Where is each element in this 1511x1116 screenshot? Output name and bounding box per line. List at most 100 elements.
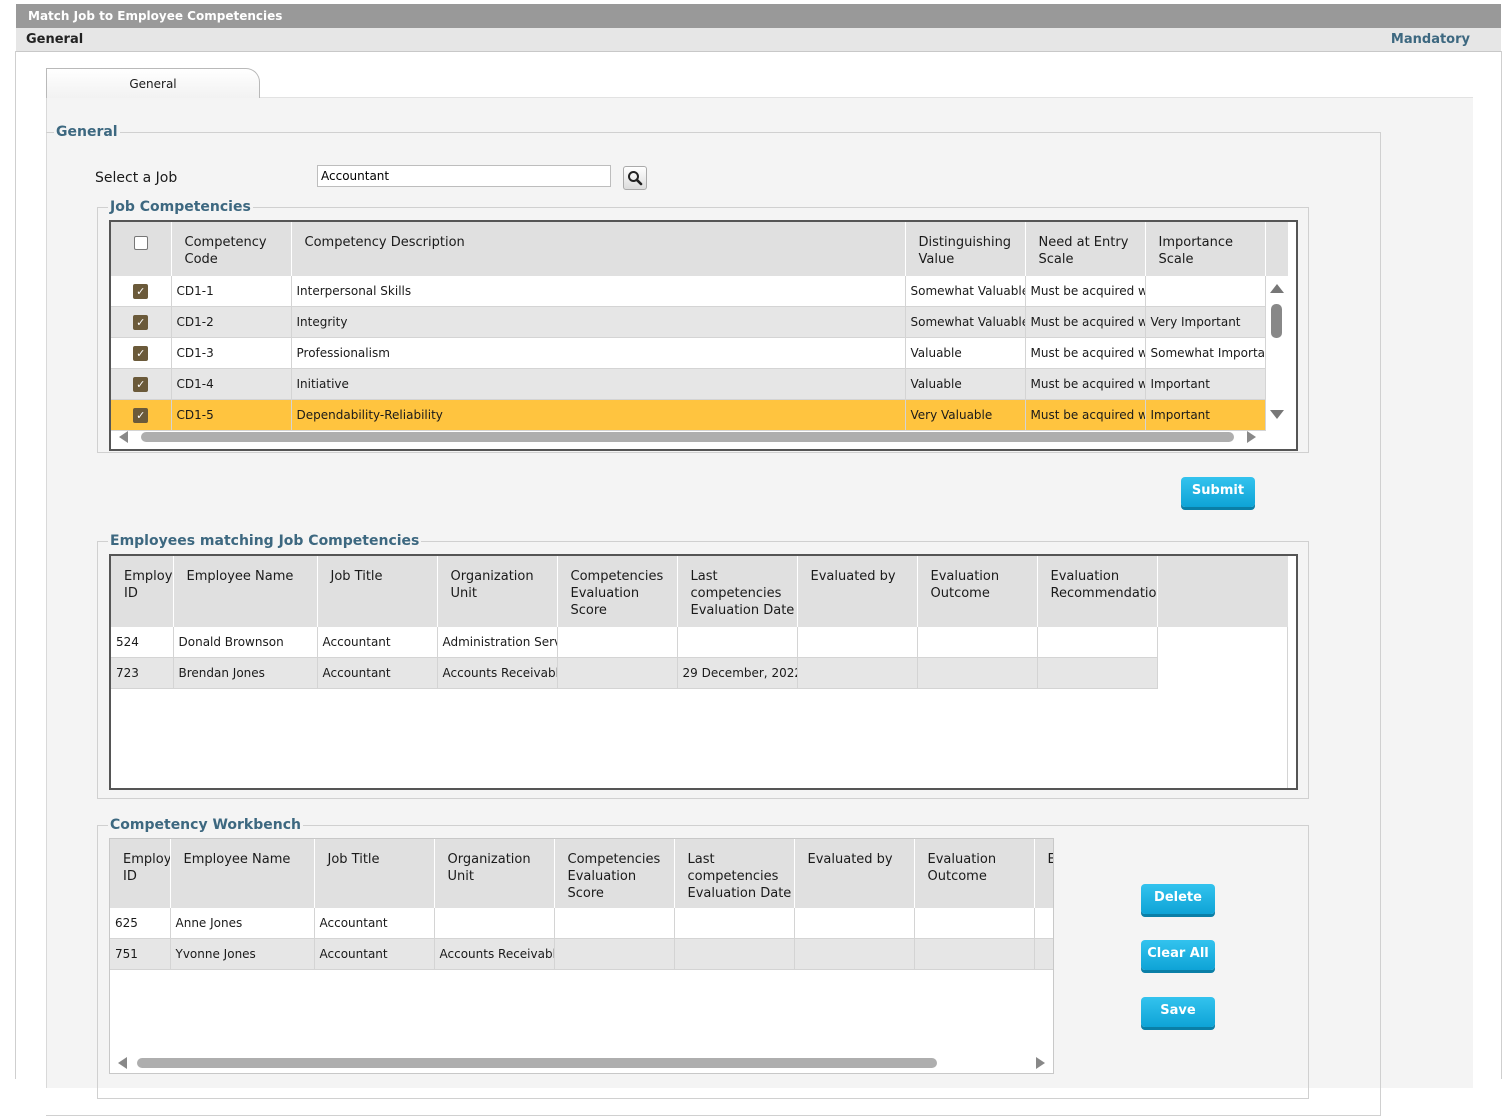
cell-outcome (917, 627, 1038, 658)
cell-code: CD1-1 (171, 276, 292, 307)
employees-matching-table: Employ ID Employee Name Job Title Organi… (111, 556, 1158, 689)
vertical-scrollbar[interactable] (1266, 276, 1288, 426)
horizontal-scroll-thumb[interactable] (137, 1058, 937, 1068)
col-evaluated-by[interactable]: Evaluated by (794, 839, 915, 908)
cell-distinguishing: Somewhat Valuable (905, 306, 1026, 338)
cell-name: Yvonne Jones (170, 938, 315, 970)
cell-description: Dependability-Reliability (291, 399, 906, 431)
col-last-evaluation-date[interactable]: Last competencies Evaluation Date (674, 839, 795, 908)
cell-date: 29 December, 2022 (677, 657, 798, 689)
cell-rec (1037, 627, 1158, 658)
col-distinguishing-value[interactable]: Distinguishing Value (905, 222, 1026, 276)
table-row[interactable]: ✓ CD1-1 Interpersonal Skills Somewhat Va… (111, 276, 1266, 307)
scroll-right-icon[interactable] (1036, 1057, 1045, 1069)
row-checkbox-cell: ✓ (111, 337, 172, 369)
table-row[interactable]: 625 Anne Jones Accountant (110, 908, 1053, 939)
cell-need: Must be acquired w (1025, 276, 1146, 307)
cell-name: Brendan Jones (173, 657, 318, 689)
horizontal-scroll-thumb[interactable] (141, 432, 1234, 442)
clear-all-button[interactable]: Clear All (1141, 940, 1215, 970)
col-employee-id[interactable]: Employ ID (110, 839, 171, 908)
table-row[interactable]: 723 Brendan Jones Accountant Accounts Re… (111, 657, 1158, 689)
col-evaluated-by[interactable]: Evaluated by (797, 556, 918, 627)
col-evaluation-outcome[interactable]: Evaluation Outcome (914, 839, 1035, 908)
scroll-left-icon[interactable] (119, 431, 128, 443)
job-competencies-legend: Job Competencies (110, 199, 251, 215)
select-all-checkbox[interactable] (133, 235, 148, 250)
col-evaluation-score[interactable]: Competencies Evaluation Score (554, 839, 675, 908)
left-border (15, 51, 16, 1079)
select-job-input[interactable] (317, 165, 611, 187)
cell-description: Professionalism (291, 337, 906, 369)
cell-importance: Important (1145, 368, 1266, 400)
checkbox-checked-icon[interactable]: ✓ (133, 345, 149, 361)
header-filler (1266, 222, 1288, 276)
col-last-evaluation-date[interactable]: Last competencies Evaluation Date (677, 556, 798, 627)
cell-code: CD1-4 (171, 368, 292, 400)
col-employee-name[interactable]: Employee Name (170, 839, 315, 908)
window-title: Match Job to Employee Competencies (28, 9, 283, 23)
table-row[interactable]: 524 Donald Brownson Accountant Administr… (111, 627, 1158, 658)
cell-by (794, 938, 915, 970)
workbench-table: Employ ID Employee Name Job Title Organi… (110, 839, 1053, 970)
cell-need: Must be acquired w (1025, 399, 1146, 431)
cell-job: Accountant (314, 908, 435, 939)
col-evaluation-score[interactable]: Competencies Evaluation Score (557, 556, 678, 627)
cell-date (677, 627, 798, 658)
cell-id: 625 (110, 908, 171, 939)
section-title: General (26, 32, 84, 47)
col-importance-scale[interactable]: Importance Scale (1145, 222, 1266, 276)
tab-general[interactable]: General (46, 68, 260, 98)
cell-name: Donald Brownson (173, 627, 318, 658)
table-row[interactable]: ✓ CD1-4 Initiative Valuable Must be acqu… (111, 368, 1266, 400)
col-organization-unit[interactable]: Organization Unit (437, 556, 558, 627)
scroll-right-icon[interactable] (1247, 431, 1256, 443)
horizontal-scrollbar[interactable] (111, 428, 1264, 444)
cell-outcome (914, 938, 1035, 970)
col-organization-unit[interactable]: Organization Unit (434, 839, 555, 908)
submit-button[interactable]: Submit (1181, 477, 1255, 507)
delete-button[interactable]: Delete (1141, 884, 1215, 914)
cell-by (797, 657, 918, 689)
checkbox-checked-icon[interactable]: ✓ (133, 314, 149, 330)
cell-distinguishing: Somewhat Valuable (905, 276, 1026, 307)
cell-importance (1145, 276, 1266, 307)
scroll-down-icon[interactable] (1270, 410, 1284, 419)
search-button[interactable] (623, 166, 647, 190)
table-row[interactable]: ✓ CD1-3 Professionalism Valuable Must be… (111, 337, 1266, 369)
cell-org: Accounts Receivable (437, 657, 558, 689)
table-row[interactable]: 751 Yvonne Jones Accountant Accounts Rec… (110, 938, 1053, 970)
cell-importance: Important (1145, 399, 1266, 431)
cell-name: Anne Jones (170, 908, 315, 939)
cell-score (554, 908, 675, 939)
checkbox-checked-icon[interactable]: ✓ (133, 376, 149, 392)
col-job-title[interactable]: Job Title (314, 839, 435, 908)
col-evaluation-recommendation[interactable]: E R (1034, 839, 1053, 908)
col-competency-code[interactable]: Competency Code (171, 222, 292, 276)
col-evaluation-outcome[interactable]: Evaluation Outcome (917, 556, 1038, 627)
table-row-selected[interactable]: ✓ CD1-5 Dependability-Reliability Very V… (111, 399, 1266, 431)
job-competencies-grid: Competency Code Competency Description D… (109, 220, 1298, 451)
save-button[interactable]: Save (1141, 997, 1215, 1027)
table-row[interactable]: ✓ CD1-2 Integrity Somewhat Valuable Must… (111, 306, 1266, 338)
vertical-scroll-thumb[interactable] (1271, 304, 1282, 338)
scroll-left-icon[interactable] (118, 1057, 127, 1069)
cell-job: Accountant (314, 938, 435, 970)
cell-by (794, 908, 915, 939)
col-employee-name[interactable]: Employee Name (173, 556, 318, 627)
col-need-at-entry[interactable]: Need at Entry Scale (1025, 222, 1146, 276)
checkbox-checked-icon[interactable]: ✓ (133, 407, 149, 423)
col-employee-id[interactable]: Employ ID (111, 556, 174, 627)
col-evaluation-recommendation[interactable]: Evaluation Recommendation (1037, 556, 1158, 627)
cell-need: Must be acquired w (1025, 337, 1146, 369)
cell-outcome (917, 657, 1038, 689)
col-job-title[interactable]: Job Title (317, 556, 438, 627)
cell-need: Must be acquired w (1025, 306, 1146, 338)
checkbox-checked-icon[interactable]: ✓ (133, 283, 149, 299)
cell-org: Administration Serv (437, 627, 558, 658)
col-competency-description[interactable]: Competency Description (291, 222, 906, 276)
cell-date (674, 908, 795, 939)
horizontal-scrollbar[interactable] (110, 1054, 1053, 1070)
tab-general-label: General (129, 77, 177, 91)
scroll-up-icon[interactable] (1270, 284, 1284, 293)
